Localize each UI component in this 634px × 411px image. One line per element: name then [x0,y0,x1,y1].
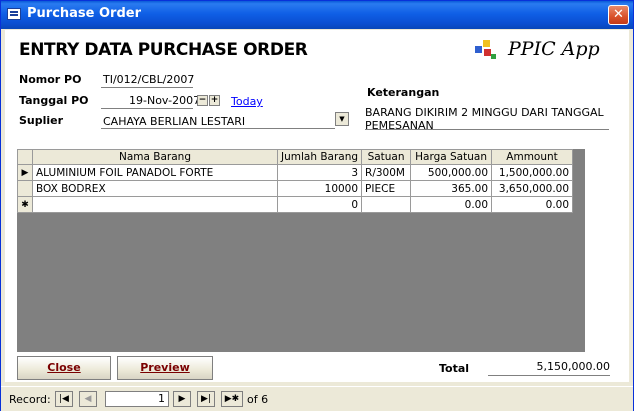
cell-amount[interactable]: 0.00 [491,196,574,213]
tanggal-po-field[interactable]: 19-Nov-2007 [129,94,200,107]
nomor-po-label: Nomor PO [19,73,82,86]
next-record-icon[interactable]: ▶ [173,391,191,407]
today-link[interactable]: Today [231,95,263,108]
cell-nama[interactable]: ALUMINIUM FOIL PANADOL FORTE [32,164,278,181]
purchase-order-window: Purchase Order ✕ ENTRY DATA PURCHASE ORD… [0,0,634,411]
preview-button-label: Preview [140,361,190,374]
close-window-button[interactable]: ✕ [608,5,629,25]
record-number-input[interactable]: 1 [105,391,169,407]
cell-nama[interactable] [32,196,278,213]
table-row[interactable]: ▶ ALUMINIUM FOIL PANADOL FORTE 3 R/300M … [17,164,574,181]
po-form: ENTRY DATA PURCHASE ORDER PPIC App Nomor… [5,30,629,382]
cell-amount[interactable]: 1,500,000.00 [491,164,574,181]
cell-jumlah[interactable]: 3 [276,164,363,181]
cell-satuan[interactable]: PIECE [361,180,412,197]
record-navigation-bar: Record: |◀ ◀ 1 ▶ ▶| ▶✱ of 6 [1,386,633,411]
keterangan-textarea[interactable]: BARANG DIKIRIM 2 MINGGU DARI TANGGAL PEM… [365,106,609,130]
col-harga-satuan[interactable]: Harga Satuan [410,149,493,165]
po-detail-table: Nama Barang Jumlah Barang Satuan Harga S… [17,149,574,213]
form-icon [7,8,21,20]
cell-satuan[interactable]: R/300M [361,164,412,181]
new-record-icon[interactable]: ✱ [17,196,33,213]
new-record-row[interactable]: ✱ 0 0.00 0.00 [17,196,574,213]
ppic-logo-icon [475,38,499,62]
header-selector [17,149,33,165]
last-record-icon[interactable]: ▶| [197,391,215,407]
table-row[interactable]: BOX BODREX 10000 PIECE 365.00 3,650,000.… [17,180,574,197]
date-decrement-button[interactable]: − [197,95,208,106]
form-heading: ENTRY DATA PURCHASE ORDER [19,40,308,60]
col-satuan[interactable]: Satuan [361,149,412,165]
suplier-combo[interactable]: CAHAYA BERLIAN LESTARI [103,115,245,128]
close-button-label: Close [47,361,81,374]
col-ammount[interactable]: Ammount [491,149,574,165]
cell-satuan[interactable] [361,196,412,213]
nomor-po-underline [101,87,193,88]
first-record-icon[interactable]: |◀ [55,391,73,407]
cell-amount[interactable]: 3,650,000.00 [491,180,574,197]
col-nama-barang[interactable]: Nama Barang [32,149,278,165]
total-label: Total [439,362,470,375]
grid-header-row: Nama Barang Jumlah Barang Satuan Harga S… [17,149,574,165]
window-title: Purchase Order [27,6,142,21]
cell-harga[interactable]: 0.00 [410,196,493,213]
preview-button[interactable]: Preview [117,356,213,380]
col-jumlah-barang[interactable]: Jumlah Barang [276,149,363,165]
row-selector[interactable] [17,180,33,197]
cell-nama[interactable]: BOX BODREX [32,180,278,197]
total-value: 5,150,000.00 [488,360,610,376]
po-detail-grid: Nama Barang Jumlah Barang Satuan Harga S… [17,149,585,352]
app-logo-text: PPIC App [508,38,600,60]
keterangan-label: Keterangan [367,86,440,99]
suplier-underline [101,128,335,129]
record-label: Record: [9,393,51,406]
cell-harga[interactable]: 365.00 [410,180,493,197]
previous-record-icon[interactable]: ◀ [79,391,97,407]
date-increment-button[interactable]: + [209,95,220,106]
current-record-icon[interactable]: ▶ [17,164,33,181]
tanggal-po-label: Tanggal PO [19,94,89,107]
chevron-down-icon[interactable]: ▼ [335,112,349,126]
new-record-nav-icon[interactable]: ▶✱ [221,391,243,407]
tanggal-po-underline [101,108,193,109]
cell-harga[interactable]: 500,000.00 [410,164,493,181]
record-count: of 6 [247,393,269,406]
suplier-label: Suplier [19,114,64,127]
cell-jumlah[interactable]: 10000 [276,180,363,197]
cell-jumlah[interactable]: 0 [276,196,363,213]
title-bar[interactable]: Purchase Order ✕ [1,1,633,29]
close-button[interactable]: Close [17,356,111,380]
nomor-po-field[interactable]: TI/012/CBL/2007 [103,73,194,86]
